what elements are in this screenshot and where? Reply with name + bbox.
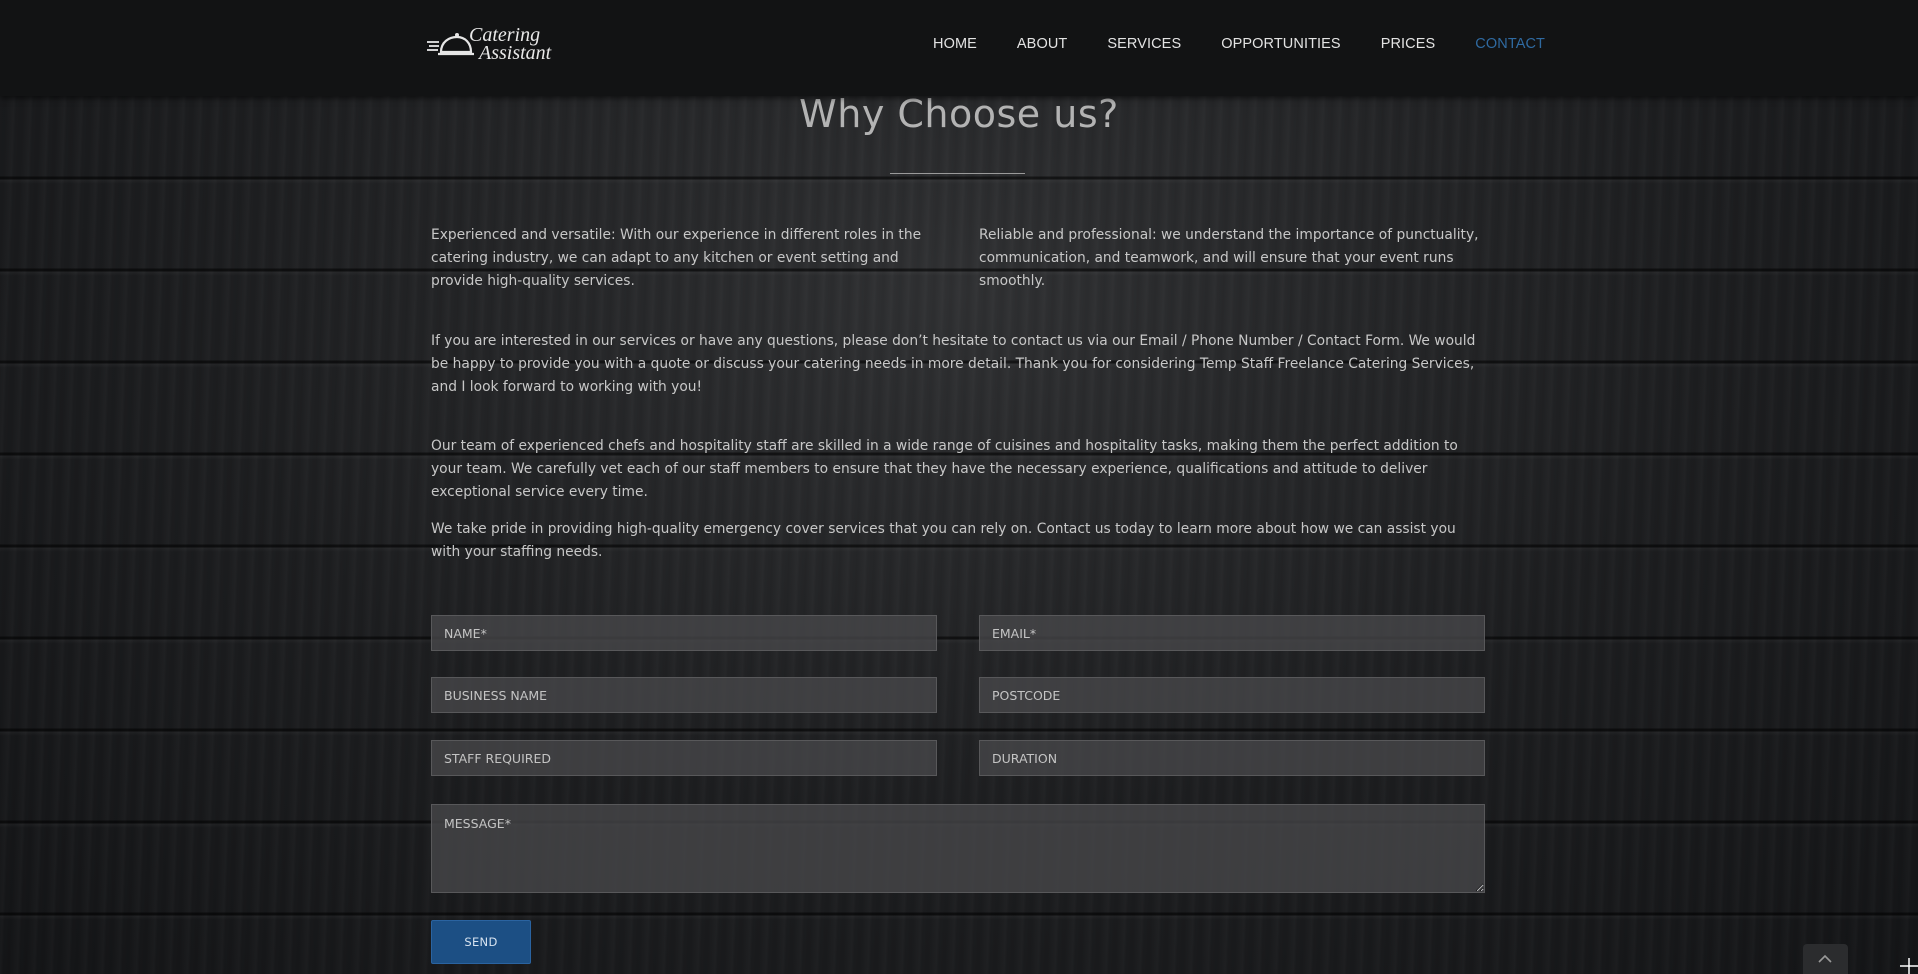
scroll-to-top-button[interactable] [1803,944,1848,974]
paragraph-experienced: Experienced and versatile: With our expe… [431,227,922,289]
paragraph-emergency-cover: We take pride in providing high-quality … [431,521,1456,560]
cloche-icon [427,33,474,56]
logo-line-2: Assistant [479,42,552,64]
paragraph-reliable: Reliable and professional: we understand… [979,227,1479,289]
chevron-up-icon [1818,954,1832,963]
name-field[interactable] [431,615,937,651]
postcode-field[interactable] [979,677,1485,713]
duration-field[interactable] [979,740,1485,776]
nav-home[interactable]: HOME [933,36,977,52]
page-title: Why Choose us? [799,92,1119,136]
paragraph-team: Our team of experienced chefs and hospit… [431,438,1458,500]
message-field[interactable] [431,804,1485,893]
send-button[interactable]: SEND [431,920,531,964]
main-nav: HOME ABOUT SERVICES OPPORTUNITIES PRICES… [933,36,1545,52]
logo-wordmark: Catering Assistant [469,25,552,64]
nav-contact[interactable]: CONTACT [1475,36,1545,52]
email-field[interactable] [979,615,1485,651]
nav-about[interactable]: ABOUT [1017,36,1067,52]
nav-opportunities[interactable]: OPPORTUNITIES [1221,36,1340,52]
crosshair-cursor-icon [1900,958,1918,974]
title-divider [890,173,1025,174]
site-header: Catering Assistant HOME ABOUT SERVICES O… [0,0,1918,96]
business-name-field[interactable] [431,677,937,713]
nav-prices[interactable]: PRICES [1381,36,1436,52]
staff-required-field[interactable] [431,740,937,776]
nav-services[interactable]: SERVICES [1107,36,1181,52]
site-logo[interactable]: Catering Assistant [427,25,557,66]
paragraph-contact-info: If you are interested in our services or… [431,333,1476,395]
